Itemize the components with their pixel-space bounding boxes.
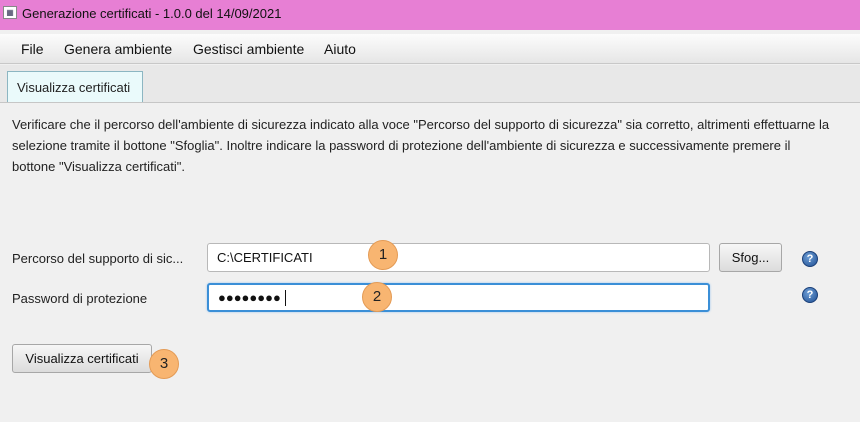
annotation-badge-2: 2 [362, 282, 392, 312]
title-bar: ▦ Generazione certificati - 1.0.0 del 14… [0, 0, 860, 30]
password-value: ●●●●●●●● [218, 290, 281, 305]
password-help-icon[interactable]: ? [802, 287, 818, 303]
tab-bar: Visualizza certificati [0, 65, 860, 103]
tab-visualizza-certificati[interactable]: Visualizza certificati [7, 71, 143, 102]
app-icon: ▦ [3, 6, 17, 19]
annotation-badge-3: 3 [149, 349, 179, 379]
path-field[interactable] [207, 243, 710, 272]
password-field[interactable]: ●●●●●●●● [207, 283, 710, 312]
menu-file[interactable]: File [21, 41, 44, 57]
menu-genera-ambiente[interactable]: Genera ambiente [64, 41, 172, 57]
menu-aiuto[interactable]: Aiuto [324, 41, 356, 57]
text-caret [285, 290, 286, 306]
annotation-badge-1: 1 [368, 240, 398, 270]
path-help-icon[interactable]: ? [802, 251, 818, 267]
window-title: Generazione certificati - 1.0.0 del 14/0… [22, 6, 282, 21]
menu-gestisci-ambiente[interactable]: Gestisci ambiente [193, 41, 304, 57]
password-label: Password di protezione [12, 291, 148, 306]
visualizza-certificati-button[interactable]: Visualizza certificati [12, 344, 152, 373]
path-label: Percorso del supporto di sic... [12, 251, 184, 266]
browse-button[interactable]: Sfog... [719, 243, 782, 272]
instructions-text: Verificare che il percorso dell'ambiente… [12, 117, 830, 174]
menu-bar: File Genera ambiente Gestisci ambiente A… [0, 34, 860, 64]
